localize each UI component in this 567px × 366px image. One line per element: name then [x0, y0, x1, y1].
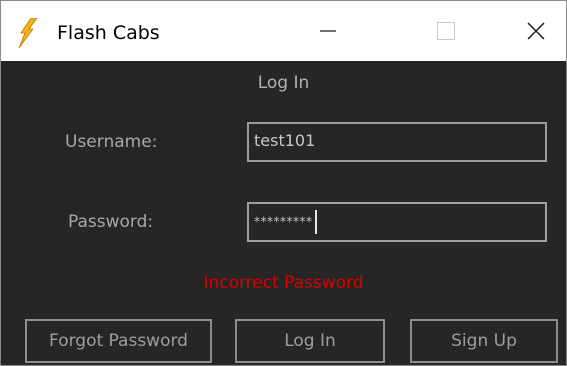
minimize-icon — [320, 30, 336, 32]
maximize-icon — [437, 22, 455, 40]
password-input[interactable]: ********* — [247, 202, 547, 242]
close-button[interactable] — [501, 1, 567, 61]
password-label: Password: — [68, 212, 154, 232]
username-input[interactable]: test101 — [247, 122, 547, 162]
title-bar[interactable]: Flash Cabs — [1, 1, 566, 61]
forgot-password-button[interactable]: Forgot Password — [25, 319, 212, 363]
login-window: Flash Cabs Log In Username: test101 Pass… — [0, 0, 567, 366]
error-message: Incorrect Password — [203, 273, 364, 293]
text-cursor — [314, 209, 317, 234]
username-value: test101 — [254, 131, 316, 150]
lightning-bolt-icon — [18, 18, 38, 48]
form-heading: Log In — [257, 73, 310, 93]
close-icon — [527, 22, 545, 40]
password-value: ********* — [254, 214, 313, 229]
window-title: Flash Cabs — [57, 22, 160, 44]
username-label: Username: — [65, 132, 158, 152]
maximize-button[interactable] — [411, 1, 481, 61]
minimize-button[interactable] — [293, 1, 363, 61]
log-in-button[interactable]: Log In — [235, 319, 385, 363]
sign-up-button[interactable]: Sign Up — [410, 319, 558, 363]
